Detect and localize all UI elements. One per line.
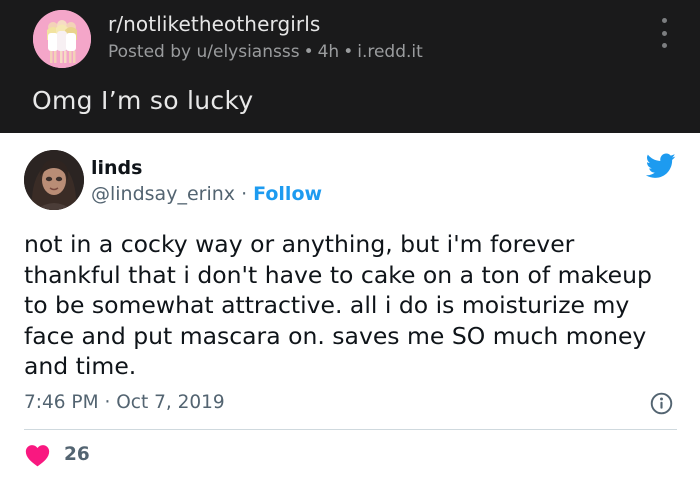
tweet-divider	[24, 429, 677, 430]
timestamp-separator: ·	[104, 392, 111, 413]
more-options-icon[interactable]	[654, 18, 674, 48]
heart-icon[interactable]	[25, 444, 50, 467]
tweet-timestamp[interactable]: 7:46 PM · Oct 7, 2019	[24, 392, 225, 413]
handle-separator: ·	[241, 183, 248, 205]
subreddit-name[interactable]: r/notliketheothergirls	[108, 12, 320, 36]
tweet-date: Oct 7, 2019	[116, 392, 225, 413]
reddit-post-header: r/notliketheothergirls Posted by u/elysi…	[0, 0, 700, 133]
post-source-domain[interactable]: i.redd.it	[357, 42, 423, 62]
tweet-handle-row: @lindsay_erinx · Follow	[91, 183, 322, 205]
tweet-author-avatar[interactable]	[24, 150, 84, 210]
tweet-handle[interactable]: @lindsay_erinx	[91, 183, 235, 205]
meta-separator: •	[343, 42, 354, 62]
post-title[interactable]: Omg I’m so lucky	[32, 86, 253, 115]
subreddit-avatar[interactable]	[33, 10, 91, 68]
info-icon[interactable]	[650, 392, 673, 415]
follow-link[interactable]: Follow	[253, 183, 322, 205]
meta-separator: •	[303, 42, 314, 62]
posted-by-user[interactable]: Posted by u/elysiansss	[108, 42, 300, 62]
post-meta: Posted by u/elysiansss • 4h • i.redd.it	[108, 42, 423, 62]
like-count[interactable]: 26	[64, 444, 90, 465]
tweet-time: 7:46 PM	[24, 392, 99, 413]
tweet-display-name[interactable]: linds	[91, 157, 142, 179]
tweet-card: linds @lindsay_erinx · Follow not in a c…	[0, 133, 700, 482]
twitter-bird-icon[interactable]	[646, 153, 676, 179]
tweet-text: not in a cocky way or anything, but i'm …	[24, 230, 652, 380]
post-age: 4h	[317, 42, 340, 62]
